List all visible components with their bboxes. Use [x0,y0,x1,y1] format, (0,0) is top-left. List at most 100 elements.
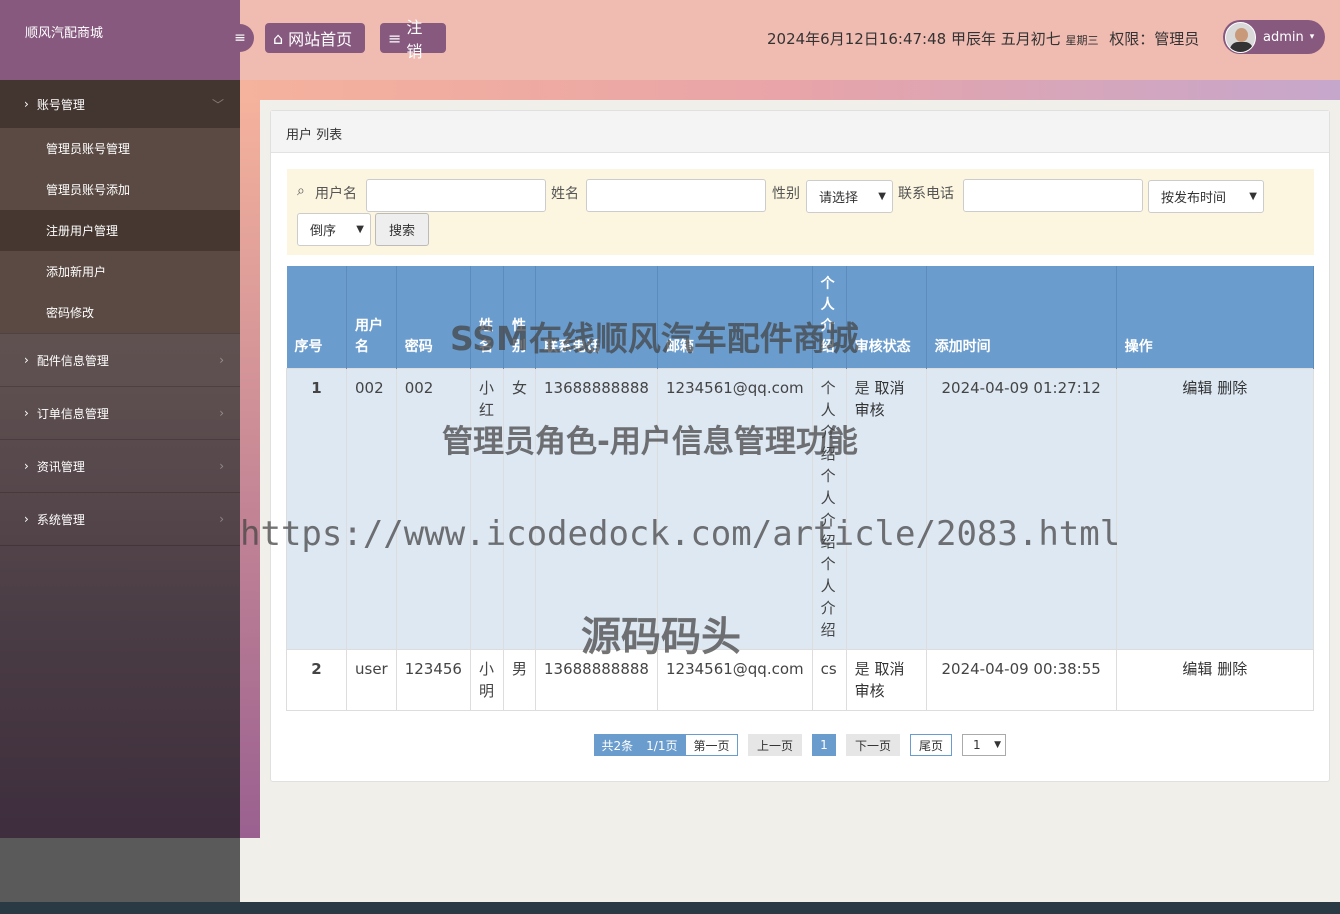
menu-item-admin-manage[interactable]: 管理员账号管理 [0,128,240,169]
menu-news[interactable]: › 资讯管理 › [0,440,240,492]
cell-username: user [346,649,397,711]
col-header: 用户名 [346,266,397,369]
watermark-title: SSM在线顺风汽车配件商城 [450,319,859,358]
menu-system[interactable]: › 系统管理 › [0,493,240,545]
menu-group-account: › 账号管理 ﹀ 管理员账号管理 管理员账号添加 注册用户管理 添加新用户 密码… [0,80,240,334]
status-value: 是 [854,660,870,678]
name-label: 姓名 [551,186,579,202]
cell-name: 小红 [469,368,504,650]
menu-toggle-icon[interactable]: ≡ [226,24,254,52]
table-row: 1 002 002 小红 女 13688888888 1234561@qq.co… [286,368,1315,650]
panel-title: 用户 列表 [271,111,1329,153]
cell-no: 1 [286,368,347,650]
logout-label: 注销 [406,18,423,61]
chevron-down-icon: ▼ [994,740,1001,750]
menu-item-user-manage[interactable]: 注册用户管理 [0,210,240,251]
sort-order-value: 倒序 [310,224,337,239]
menu-account[interactable]: › 账号管理 ﹀ [0,80,240,128]
prev-page-button[interactable]: 上一页 [748,734,802,756]
edit-link[interactable]: 编辑 [1182,379,1212,397]
watermark-url: https://www.icodedock.com/article/2083.h… [240,514,1121,554]
chevron-right-icon: › [219,353,224,367]
user-menu[interactable]: admin ▾ [1223,20,1325,54]
menu-label: 配件信息管理 [36,353,109,368]
sort-field-select[interactable]: 按发布时间 ▼ [1148,180,1264,213]
phone-input[interactable] [963,179,1143,212]
chevron-right-icon: › [24,353,29,367]
cell-intro: 个人介绍个人介绍个人介绍 [811,368,847,650]
logout-button[interactable]: ≡ 注销 [380,18,446,61]
menu-group-parts: › 配件信息管理 › [0,334,240,387]
top-header: ≡ ⌂ 网站首页 ≡ 注销 2024年6月12日16:47:48 甲辰年 五月初… [226,0,1340,80]
delete-link[interactable]: 删除 [1217,379,1247,397]
chevron-down-icon: ▼ [356,224,364,235]
sidebar-footer [0,838,240,902]
cell-actions: 编辑 删除 [1115,368,1315,650]
menu-item-admin-add[interactable]: 管理员账号添加 [0,169,240,210]
search-icon: ⌕ [297,183,305,199]
cell-name: 小明 [469,649,504,711]
username: admin [1263,29,1304,45]
avatar [1225,21,1256,53]
home-button[interactable]: ⌂ 网站首页 [265,23,365,53]
chevron-down-icon: ▼ [1249,191,1257,202]
cell-password: 123456 [395,649,471,711]
page-jump-value: 1 [973,738,981,752]
menu-parts[interactable]: › 配件信息管理 › [0,334,240,386]
menu-item-password[interactable]: 密码修改 [0,292,240,333]
menu-orders[interactable]: › 订单信息管理 › [0,387,240,439]
header-gradient-bar [240,80,1340,100]
chevron-right-icon: › [219,406,224,420]
os-taskbar [0,902,1340,914]
content-edge [240,100,260,838]
next-page-button[interactable]: 下一页 [846,734,900,756]
cell-status: 是 取消审核 [845,649,927,711]
username-input[interactable] [366,179,546,212]
search-button[interactable]: 搜索 [375,213,429,246]
name-input[interactable] [586,179,766,212]
menu-group-system: › 系统管理 › [0,493,240,546]
caret-down-icon: ▾ [1309,32,1315,42]
sidebar: 顺风汽配商城 › 账号管理 ﹀ 管理员账号管理 管理员账号添加 注册用户管理 添… [0,0,240,838]
page-jump-select[interactable]: 1 ▼ [962,734,1006,756]
cell-intro: cs [811,649,847,711]
menu-label: 资讯管理 [36,459,85,474]
chevron-down-icon: ﹀ [211,97,224,112]
home-label: 网站首页 [288,30,353,49]
menu-group-news: › 资讯管理 › [0,440,240,493]
gender-select-value: 请选择 [819,191,859,206]
header-info: 2024年6月12日16:47:48 甲辰年 五月初七 星期三 权限：管理员 [767,28,1199,49]
last-page-button[interactable]: 尾页 [910,734,952,756]
current-page[interactable]: 1 [812,734,836,756]
page-count: 1/1页 [646,738,678,753]
table-row: 2 user 123456 小明 男 13688888888 1234561@q… [286,649,1315,711]
cell-no: 2 [286,649,347,711]
menu-item-user-add[interactable]: 添加新用户 [0,251,240,292]
delete-link[interactable]: 删除 [1217,660,1247,678]
sort-field-value: 按发布时间 [1161,191,1227,206]
home-icon: ⌂ [273,28,284,48]
brand-title: 顺风汽配商城 [0,0,240,80]
datetime: 2024年6月12日16:47:48 甲辰年 五月初七 [767,30,1061,48]
watermark-brand: 源码码头 [581,614,741,660]
cell-gender: 男 [502,649,537,711]
status-value: 是 [854,379,870,397]
chevron-right-icon: › [24,97,29,111]
list-icon: ≡ [388,28,402,48]
edit-link[interactable]: 编辑 [1182,660,1212,678]
weekday: 星期三 [1065,34,1099,47]
menu-label: 账号管理 [36,97,85,112]
first-page-button[interactable]: 第一页 [685,734,738,756]
gender-select[interactable]: 请选择 ▼ [806,180,893,213]
cell-status: 是 取消审核 [845,368,927,650]
chevron-right-icon: › [24,512,29,526]
cell-time: 2024-04-09 00:38:55 [925,649,1117,711]
chevron-down-icon: ▼ [878,191,886,202]
pagination-summary: 共2条 1/1页 [594,734,685,756]
menu-group-orders: › 订单信息管理 › [0,387,240,440]
col-header: 序号 [286,266,347,369]
role-label: 权限：管理员 [1109,30,1200,48]
cell-username: 002 [346,368,397,650]
sort-order-select[interactable]: 倒序 ▼ [297,213,371,246]
total-count: 共2条 [601,738,634,753]
